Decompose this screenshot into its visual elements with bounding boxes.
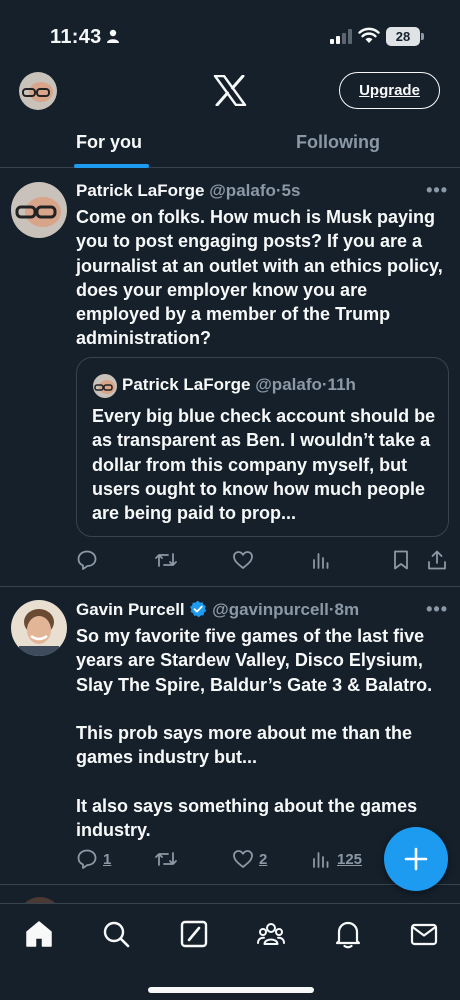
post-actions	[76, 547, 450, 573]
post-time: 5s	[281, 181, 301, 200]
timeline-tabs: For you Following	[0, 122, 460, 168]
post-item[interactable]: Patrick LaForge @palafo·5s ••• Come on f…	[0, 168, 460, 586]
cellular-signal-icon	[330, 29, 352, 44]
reply-icon	[77, 550, 97, 570]
tab-following[interactable]: Following	[296, 132, 380, 153]
more-options-icon[interactable]: •••	[426, 180, 448, 201]
post-time: 8m	[334, 600, 360, 619]
heart-icon	[233, 850, 253, 868]
status-bar: 11:43 28	[0, 0, 460, 62]
quoted-post[interactable]: Patrick LaForge @palafo·11h Every big bl…	[76, 357, 449, 537]
reply-count: 1	[103, 850, 112, 868]
status-time: 11:43	[50, 26, 102, 48]
post-author-avatar[interactable]	[11, 600, 67, 656]
views-icon	[313, 553, 329, 569]
author-handle[interactable]: @gavinpurcell	[212, 600, 329, 619]
heart-icon	[233, 551, 253, 569]
views-button[interactable]: 125	[310, 846, 362, 872]
grok-icon[interactable]	[179, 919, 209, 949]
home-indicator-bar	[148, 987, 314, 993]
messages-icon[interactable]	[409, 919, 439, 949]
home-icon[interactable]	[24, 919, 54, 949]
reply-button[interactable]	[76, 547, 103, 573]
bookmark-icon	[394, 550, 408, 570]
author-name[interactable]: Gavin Purcell	[76, 600, 185, 619]
views-icon	[313, 852, 329, 868]
bookmark-button[interactable]	[390, 547, 412, 573]
battery-tip	[421, 33, 424, 40]
quoted-author-name: Patrick LaForge	[122, 375, 251, 394]
more-options-icon[interactable]: •••	[426, 599, 448, 620]
quoted-post-text: Every big blue check account should be a…	[92, 406, 436, 524]
reply-button[interactable]: 1	[76, 846, 111, 872]
x-logo-icon[interactable]	[213, 75, 247, 106]
repost-button[interactable]	[154, 547, 183, 573]
verified-badge-icon	[190, 600, 207, 618]
share-icon	[428, 550, 446, 570]
quoted-author-avatar	[93, 374, 117, 398]
avatar-image	[11, 182, 67, 238]
search-icon[interactable]	[101, 919, 131, 949]
like-count: 2	[259, 850, 268, 868]
top-header: Upgrade	[0, 62, 460, 122]
post-text: Come on folks. How much is Musk paying y…	[76, 207, 448, 349]
avatar-image	[93, 374, 117, 398]
views-count: 125	[337, 850, 363, 868]
communities-icon[interactable]	[256, 919, 286, 949]
author-name[interactable]: Patrick LaForge	[76, 181, 205, 200]
person-icon	[107, 29, 119, 43]
quoted-post-time: 11h	[327, 375, 356, 394]
repost-icon	[155, 852, 177, 866]
tab-for-you[interactable]: For you	[76, 132, 142, 153]
bottom-navigation	[0, 903, 460, 1000]
post-text: So my favorite five games of the last fi…	[76, 626, 433, 841]
post-header: Patrick LaForge @palafo·5s	[76, 181, 300, 201]
post-header: Gavin Purcell @gavinpurcell·8m	[76, 600, 359, 620]
profile-avatar[interactable]	[19, 72, 57, 110]
wifi-icon	[358, 27, 380, 43]
post-author-avatar[interactable]	[11, 182, 67, 238]
battery-indicator: 28	[386, 27, 420, 46]
compose-post-button[interactable]	[384, 827, 448, 891]
plus-icon	[404, 847, 428, 871]
share-button[interactable]	[426, 547, 448, 573]
views-button[interactable]	[310, 547, 337, 573]
next-post-peek	[0, 885, 460, 905]
repost-button[interactable]	[154, 846, 183, 872]
avatar-image	[19, 72, 57, 110]
reply-icon	[77, 849, 97, 869]
author-handle[interactable]: @palafo	[209, 181, 276, 200]
quoted-author-handle: @palafo	[255, 375, 322, 394]
avatar-image	[11, 600, 67, 656]
like-button[interactable]	[232, 547, 259, 573]
like-button[interactable]: 2	[232, 846, 267, 872]
repost-icon	[155, 553, 177, 567]
notifications-icon[interactable]	[333, 919, 363, 949]
quoted-post-header: Patrick LaForge @palafo·11h	[122, 375, 356, 395]
upgrade-button[interactable]: Upgrade	[339, 72, 440, 109]
